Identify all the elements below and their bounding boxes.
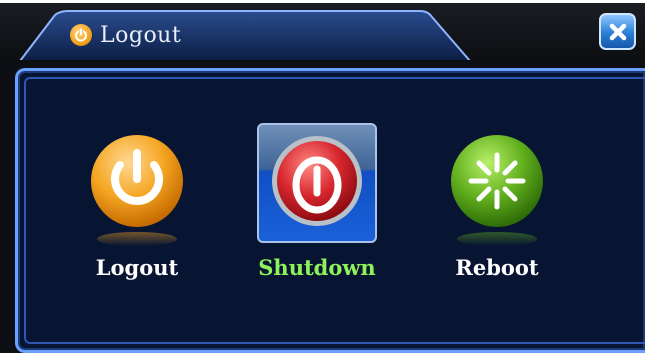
reboot-icon <box>451 135 543 246</box>
reboot-label: Reboot <box>455 255 539 280</box>
logout-label: Logout <box>95 255 179 280</box>
shutdown-option[interactable]: Shutdown <box>242 123 392 293</box>
dialog-title-text: Logout <box>100 22 182 48</box>
power-icon <box>70 24 92 46</box>
dialog-title: Logout <box>70 20 181 50</box>
power-icon <box>91 135 183 246</box>
shutdown-label: Shutdown <box>258 255 376 280</box>
reboot-option[interactable]: Reboot <box>422 123 572 293</box>
close-button[interactable] <box>599 13 636 50</box>
logout-option[interactable]: Logout <box>62 123 212 293</box>
logout-dialog: Logout Logout Shutdown Reboot <box>0 3 645 353</box>
shutdown-icon <box>272 136 362 226</box>
close-icon <box>609 23 626 40</box>
